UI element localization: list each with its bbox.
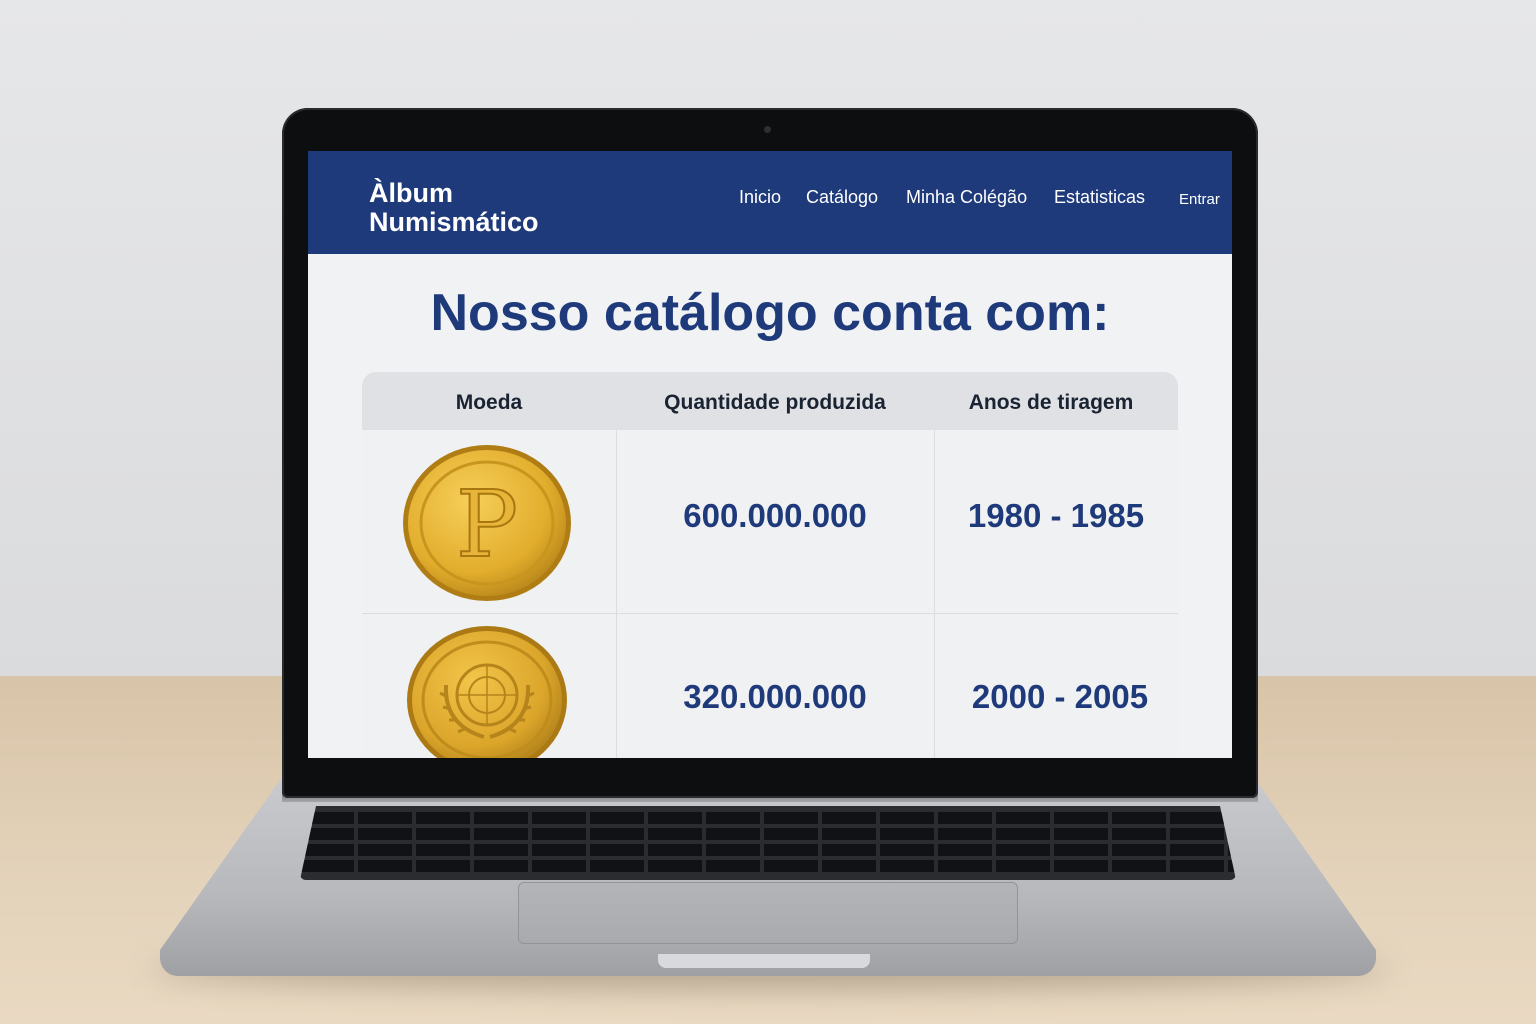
laptop-lip: [658, 954, 870, 968]
laptop-keyboard: [300, 806, 1236, 880]
col-header-anos: Anos de tiragem: [968, 391, 1134, 414]
nav-link-catalogo[interactable]: Catálogo: [806, 187, 878, 208]
coin-letter-p-icon: P: [403, 445, 571, 601]
site-logo[interactable]: Àlbum Numismático: [369, 179, 539, 237]
trackpad: [518, 882, 1018, 944]
years-cell: 1980 - 1985: [967, 497, 1145, 534]
quantity-cell: 320.000.000: [683, 678, 867, 715]
webcam-icon: [764, 126, 771, 133]
brand-line-2: Numismático: [369, 207, 539, 237]
coin-emblem-icon: [407, 626, 567, 758]
login-link[interactable]: Entrar: [1179, 191, 1220, 208]
years-cell: 2000 - 2005: [971, 678, 1149, 715]
nav-link-inicio[interactable]: Inicio: [739, 187, 781, 208]
nav-link-estatisticas[interactable]: Estatisticas: [1054, 187, 1145, 208]
top-navbar: Àlbum Numismático Inicio Catálogo Minha …: [308, 151, 1232, 254]
col-header-quantidade: Quantidade produzida: [664, 391, 886, 414]
laptop-screen: Àlbum Numismático Inicio Catálogo Minha …: [308, 151, 1232, 758]
nav-link-minha-colecao[interactable]: Minha Colégão: [906, 187, 1027, 208]
coin-letter: P: [456, 471, 518, 578]
row-divider: [362, 613, 1178, 614]
brand-line-1: Àlbum: [369, 178, 453, 208]
col-header-moeda: Moeda: [455, 391, 523, 414]
quantity-cell: 600.000.000: [683, 497, 867, 534]
catalog-table: Moeda Quantidade produzida Anos de tirag…: [362, 372, 1178, 758]
table-header: Moeda Quantidade produzida Anos de tirag…: [362, 372, 1178, 430]
page-headline: Nosso catálogo conta com:: [430, 284, 1110, 342]
